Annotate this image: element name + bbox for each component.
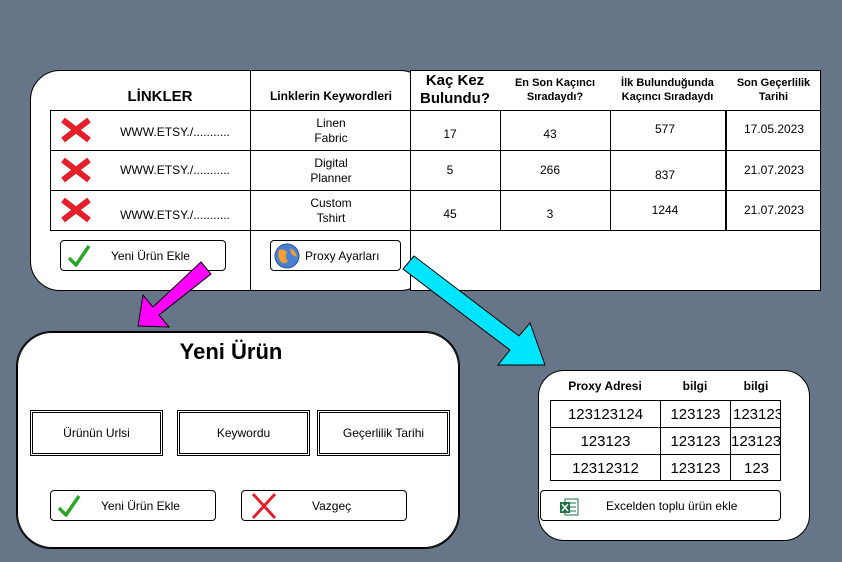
found-count-cell: 45 [443,206,457,221]
product-url-field[interactable]: Ürünün Urlsi [30,410,163,456]
proxy-address-cell[interactable]: 12312312 [551,455,660,480]
last-rank-header-line1: En Son Kaçıncı [514,77,596,89]
close-icon [250,492,278,520]
found-count-header-line1: Kaç Kez [425,72,485,89]
found-count-header-line2: Bulundu? [420,90,490,107]
proxy-table: 123123124 123123 123123 123123 123123 12… [550,400,781,481]
first-rank-cell: 1244 [651,202,679,217]
keyword-line2: Tshirt [316,211,346,225]
found-count-cell: 5 [446,162,454,177]
proxy-address-header: Proxy Adresi [568,378,642,393]
info-header: bilgi [743,378,769,393]
check-icon [56,493,82,519]
expiry-header-line1: Son Geçerlilik [736,77,811,89]
info-cell: 123123 [731,432,781,450]
info-cell: 123123 [670,432,721,450]
add-product-button[interactable]: Yeni Ürün Ekle [60,240,226,271]
cancel-button[interactable]: Vazgeç [241,490,407,521]
proxy-settings-label: Proxy Ayarları [305,248,380,263]
add-product-label: Yeni Ürün Ekle [111,248,190,263]
info-cell: 123123 [670,459,721,477]
links-header: LİNKLER [127,87,193,105]
first-rank-cell: 837 [654,167,676,182]
check-icon [66,243,92,269]
row-line [50,150,821,151]
expiry-header: Son Geçerlilik Tarihi [726,70,821,110]
info-cell: 123 [743,459,770,477]
keyword-cell: Linen Fabric [252,112,410,150]
first-rank-header-line2: Kaçıncı Sıradaydı [621,91,714,103]
last-rank-header-line2: Sıradaydı? [526,91,584,103]
keyword-line1: Linen [316,116,346,130]
found-count-header: Kaç Kez Bulundu? [410,70,500,110]
keyword-cell: Digital Planner [252,152,410,190]
excel-import-button[interactable]: Excelden toplu ürün ekle [540,490,781,521]
first-rank-cell: 577 [654,121,676,136]
dialog-add-product-label: Yeni Ürün Ekle [101,498,180,513]
last-rank-cell: 43 [543,126,557,141]
proxy-settings-button[interactable]: Proxy Ayarları [270,240,401,271]
row-line [50,110,821,111]
info-cell: 123123 [670,405,721,423]
last-rank-cell: 266 [539,162,561,177]
last-rank-cell: 3 [546,206,554,221]
expiry-header-line2: Tarihi [758,91,789,103]
delete-icon[interactable] [60,197,92,223]
delete-icon[interactable] [60,157,92,183]
info-header: bilgi [682,378,708,393]
delete-icon[interactable] [60,117,92,143]
link-cell[interactable]: WWW.ETSY./........... [100,205,250,225]
keywords-header: Linklerin Keywordleri [269,88,393,103]
column-divider [250,70,251,291]
last-rank-header: En Son Kaçıncı Sıradaydı? [500,70,610,110]
info-cell: 123123 [733,405,781,423]
row-border-left [50,110,51,231]
expiry-cell: 21.07.2023 [743,202,805,217]
proxy-address-cell[interactable]: 123123 [551,428,660,454]
proxy-address-cell[interactable]: 123123124 [551,401,660,427]
row-line [50,190,821,191]
keyword-line1: Custom [310,196,352,210]
found-count-cell: 17 [443,126,457,141]
keyword-cell: Custom Tshirt [252,192,410,230]
expiry-date-field[interactable]: Geçerlilik Tarihi [317,410,450,456]
dialog-title: Yeni Ürün [179,338,283,364]
link-cell[interactable]: WWW.ETSY./........... [100,160,250,180]
first-rank-header-line1: İlk Bulunduğunda [621,77,714,89]
expiry-cell: 21.07.2023 [743,162,805,177]
expiry-cell: 17.05.2023 [743,121,805,136]
keyword-field[interactable]: Keywordu [177,410,310,456]
cancel-label: Vazgeç [312,498,352,513]
excel-icon [559,497,579,517]
excel-import-label: Excelden toplu ürün ekle [606,498,738,513]
row-line [50,230,821,231]
dialog-add-product-button[interactable]: Yeni Ürün Ekle [50,490,216,521]
globe-icon [273,242,301,270]
link-cell[interactable]: WWW.ETSY./........... [100,122,250,142]
keyword-line2: Fabric [314,131,348,145]
keyword-line2: Planner [310,171,352,185]
first-rank-header: İlk Bulunduğunda Kaçıncı Sıradaydı [610,70,725,110]
keyword-line1: Digital [314,156,348,170]
